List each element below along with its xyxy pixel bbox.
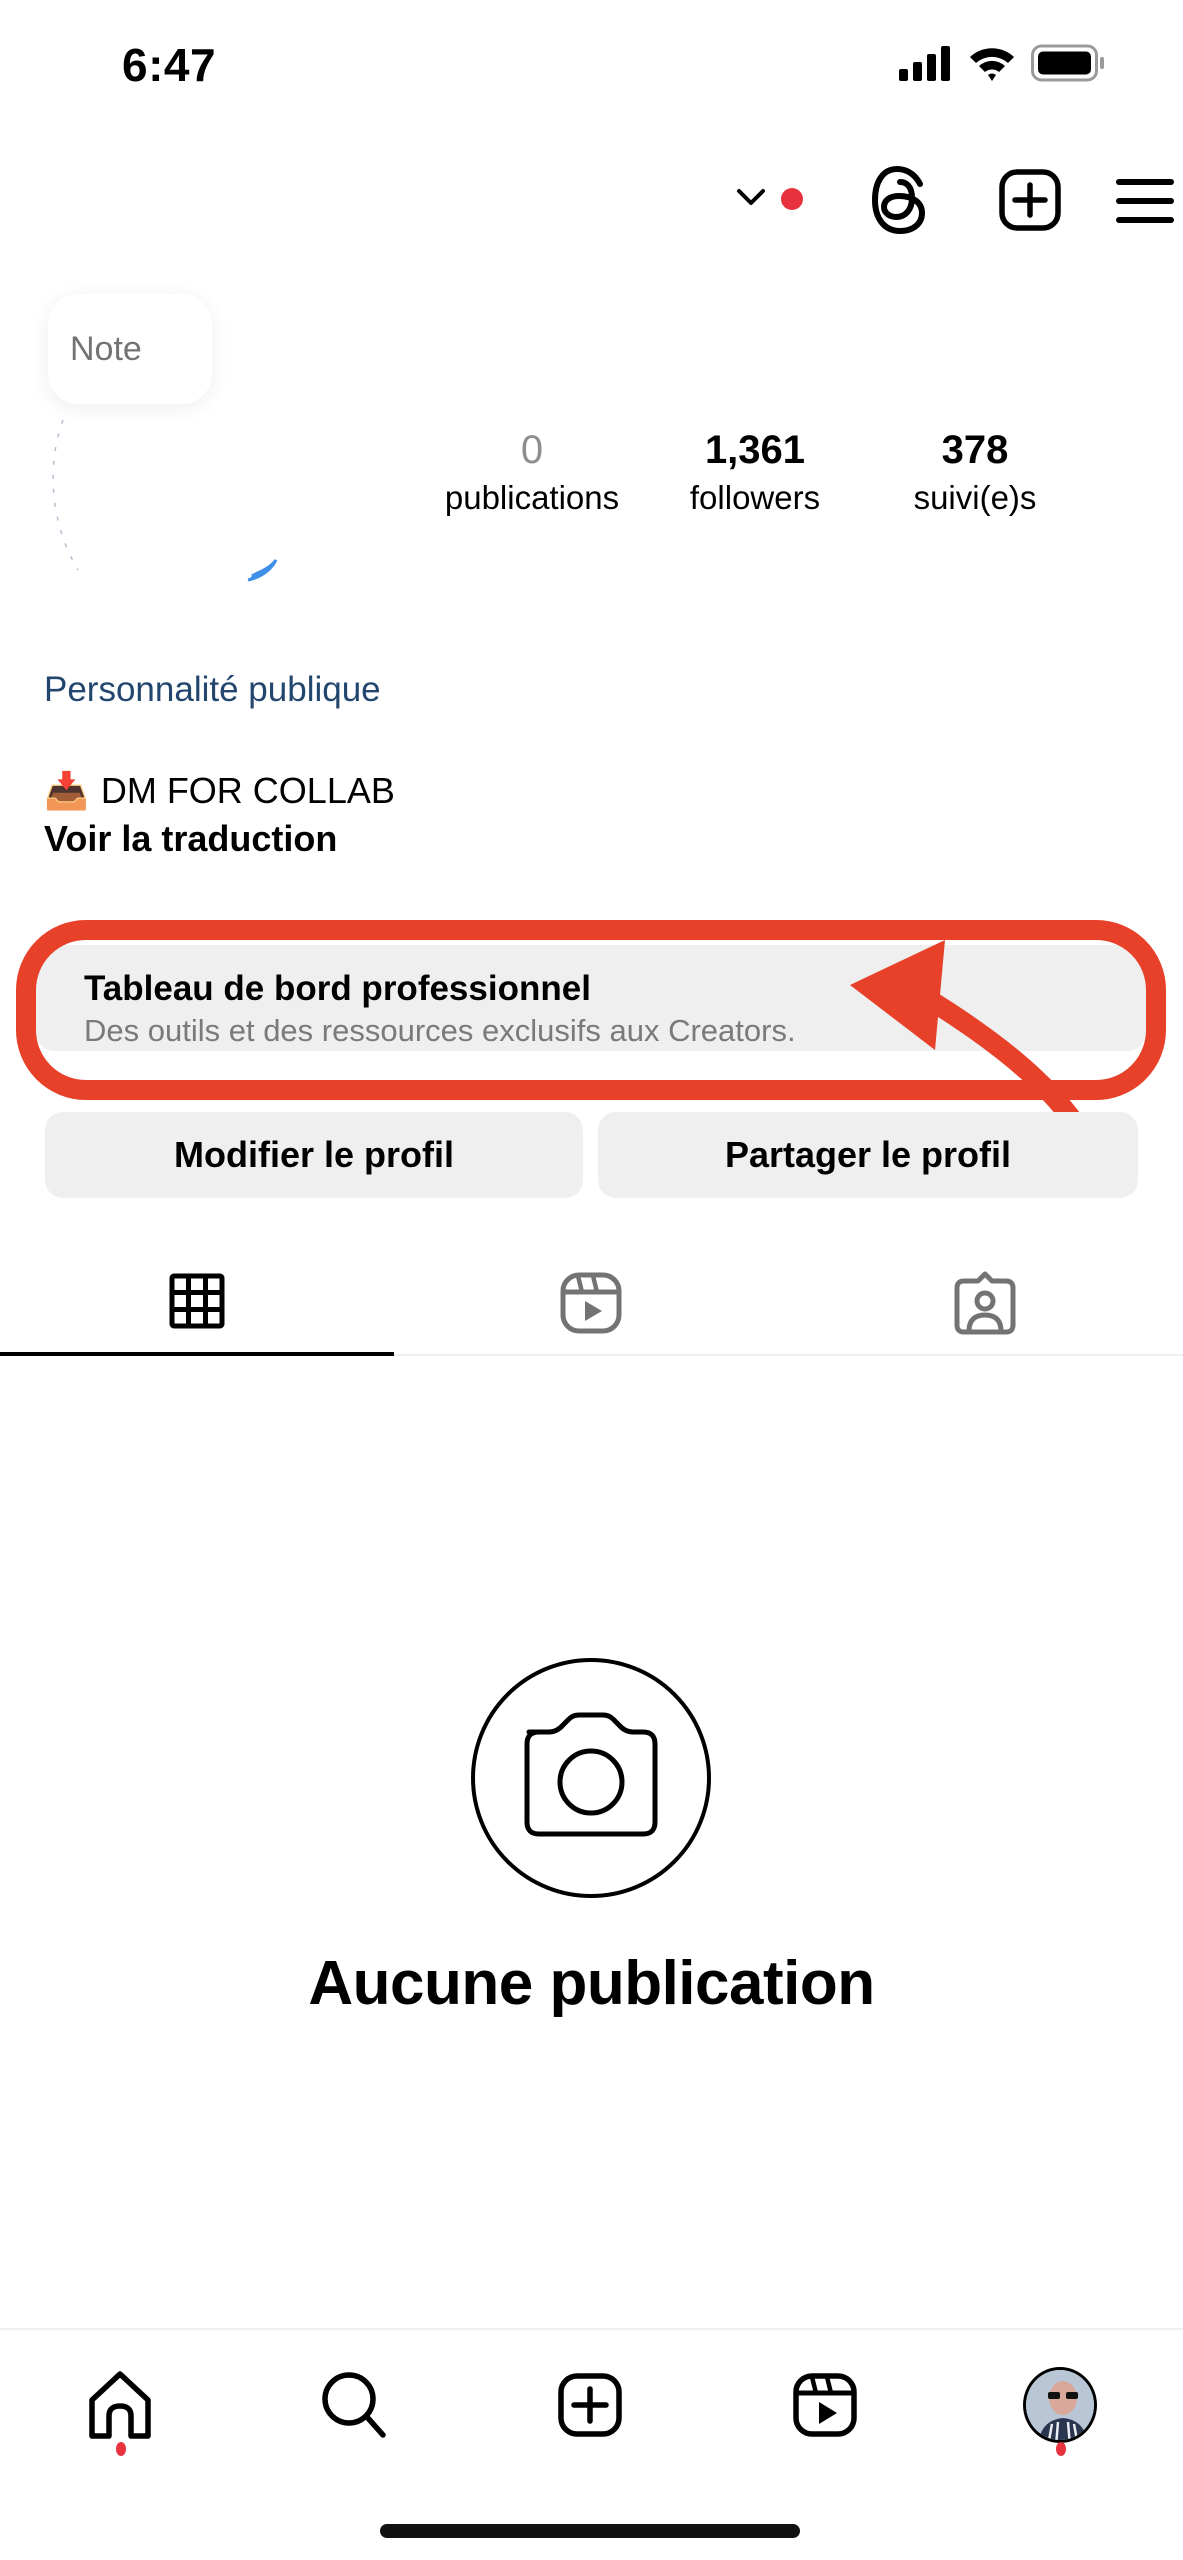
nav-home[interactable] [70,2360,170,2450]
profile-tabs [0,1250,1183,1356]
profile-notification-dot [1056,2442,1066,2456]
empty-state-title: Aucune publication [308,1949,875,2018]
tab-reels[interactable] [394,1250,788,1356]
profile-header [623,160,1183,240]
create-icon [558,2373,622,2437]
profile-avatar-placeholder[interactable] [48,400,288,600]
profile-category: Personnalité publique [44,670,381,709]
edit-profile-button[interactable]: Modifier le profil [45,1112,583,1198]
nav-search[interactable] [304,2360,404,2450]
status-time: 6:47 [122,39,217,91]
share-profile-button[interactable]: Partager le profil [598,1112,1138,1198]
stat-following-label: suivi(e)s [913,479,1037,516]
home-icon [89,2371,151,2439]
stat-posts-value: 0 [520,428,544,472]
menu-icon[interactable] [1115,178,1175,226]
tab-posts-grid[interactable] [0,1250,394,1356]
wifi-icon [970,48,1014,81]
notification-dot [781,188,803,210]
nav-create[interactable] [540,2360,640,2450]
pro-dashboard-subtitle: Des outils et des ressources exclusifs a… [84,1013,796,1048]
nav-profile[interactable] [1010,2360,1110,2450]
chevron-down-icon[interactable] [735,186,767,208]
profile-avatar [1023,2367,1097,2443]
professional-dashboard-card[interactable]: Tableau de bord professionnel Des outils… [36,945,1146,1051]
create-post-icon[interactable] [998,168,1062,232]
grid-icon [169,1273,225,1329]
tagged-person-icon [954,1271,1016,1335]
note-bubble[interactable]: Note [48,294,212,404]
reels-icon [793,2373,857,2437]
stat-following-value: 378 [941,428,1009,472]
tab-tagged[interactable] [788,1250,1182,1356]
reels-icon [560,1272,622,1334]
stat-followers-value: 1,361 [704,428,806,472]
profile-bio: 📥 DM FOR COLLAB [44,770,395,812]
note-placeholder: Note [70,330,142,368]
battery-icon [1031,44,1104,82]
stat-posts-label: publications [444,479,620,516]
see-translation-link[interactable]: Voir la traduction [44,818,337,860]
threads-icon[interactable] [870,166,930,234]
home-indicator[interactable] [380,2524,800,2538]
stat-posts[interactable]: 0 publications [432,424,632,520]
inbox-tray-icon: 📥 [44,770,89,811]
nav-reels[interactable] [775,2360,875,2450]
stat-followers-label: followers [689,479,821,516]
avatar-photo [1026,2370,1094,2440]
camera-icon [471,1658,711,1898]
bio-text: DM FOR COLLAB [100,770,395,811]
search-icon [322,2372,386,2438]
status-icons [897,44,1107,82]
stat-following[interactable]: 378 suivi(e)s [885,424,1065,520]
pro-dashboard-title: Tableau de bord professionnel [84,969,591,1008]
home-notification-dot [116,2442,126,2456]
stat-followers[interactable]: 1,361 followers [660,424,850,520]
cellular-signal-icon [899,46,950,81]
